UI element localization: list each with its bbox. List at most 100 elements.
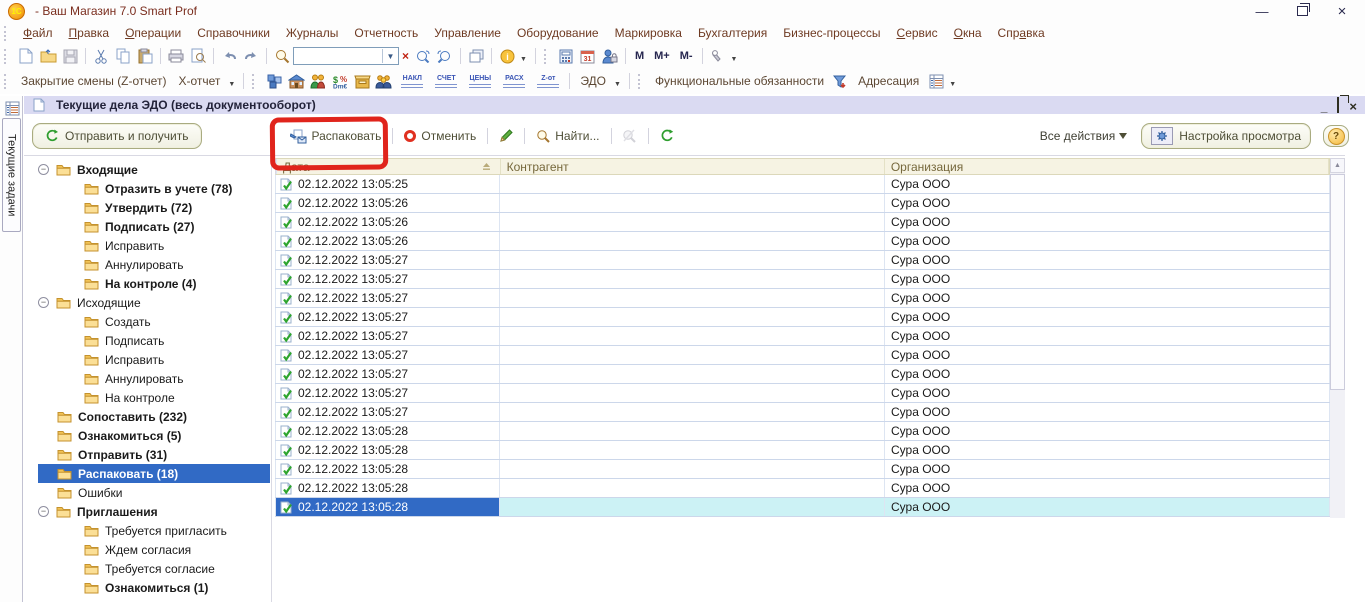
table-row[interactable]: 02.12.2022 13:05:26Сура ООО xyxy=(275,194,1330,213)
expense-icon[interactable]: РАСХ xyxy=(499,75,529,88)
blocks-icon[interactable] xyxy=(263,71,285,91)
tree-expander-icon[interactable]: − xyxy=(38,297,49,308)
cell-counterparty[interactable] xyxy=(500,251,885,269)
memory-button[interactable]: M xyxy=(630,50,649,62)
cell-date[interactable]: 02.12.2022 13:05:28 xyxy=(275,498,500,516)
cell-date[interactable]: 02.12.2022 13:05:27 xyxy=(275,327,500,345)
cell-date[interactable]: 02.12.2022 13:05:27 xyxy=(275,251,500,269)
menu-item[interactable]: Управление xyxy=(426,24,509,42)
current-tasks-icon[interactable] xyxy=(1,98,23,118)
cell-organization[interactable]: Сура ООО xyxy=(885,403,1330,421)
menu-item[interactable]: Отчетность xyxy=(346,24,426,42)
current-tasks-tab[interactable]: Текущие задачи xyxy=(2,118,21,232)
addressing-button[interactable]: Адресация xyxy=(852,74,925,88)
cut-icon[interactable] xyxy=(90,46,112,66)
scroll-up-icon[interactable]: ▲ xyxy=(1330,158,1345,173)
tree-item[interactable]: Аннулировать xyxy=(38,255,270,274)
tree-item[interactable]: Отправить (31) xyxy=(38,445,270,464)
table-row[interactable]: 02.12.2022 13:05:27 Сура ООО xyxy=(275,251,1330,270)
table-row[interactable]: 02.12.2022 13:05:25Сура ООО xyxy=(275,175,1330,194)
store-icon[interactable] xyxy=(285,71,307,91)
clear-search-icon[interactable]: × xyxy=(402,49,409,63)
cell-organization[interactable]: Сура ООО xyxy=(885,251,1330,269)
cell-counterparty[interactable] xyxy=(500,365,885,383)
print-preview-icon[interactable] xyxy=(187,46,209,66)
save-icon[interactable] xyxy=(59,46,81,66)
redo-icon[interactable] xyxy=(240,46,262,66)
tree-expander-icon[interactable]: − xyxy=(38,164,49,175)
open-icon[interactable] xyxy=(37,46,59,66)
tree-expander-icon[interactable]: − xyxy=(38,506,49,517)
cell-date[interactable]: 02.12.2022 13:05:27 xyxy=(275,346,500,364)
cell-organization[interactable]: Сура ООО xyxy=(885,270,1330,288)
memory-minus-button[interactable]: M- xyxy=(675,50,698,62)
child-restore-icon[interactable] xyxy=(1337,98,1339,112)
table-row[interactable]: 02.12.2022 13:05:27 Сура ООО xyxy=(275,327,1330,346)
paste-icon[interactable] xyxy=(134,46,156,66)
cell-organization[interactable]: Сура ООО xyxy=(885,232,1330,250)
user-permissions-icon[interactable] xyxy=(599,46,621,66)
cell-date[interactable]: 02.12.2022 13:05:27 xyxy=(275,365,500,383)
cell-organization[interactable]: Сура ООО xyxy=(885,460,1330,478)
tree-item[interactable]: Исправить xyxy=(38,236,270,255)
calendar-icon[interactable]: 31 xyxy=(577,46,599,66)
cell-counterparty[interactable] xyxy=(500,384,885,402)
tree-item[interactable]: Подписать (27) xyxy=(38,217,270,236)
table-row[interactable]: 02.12.2022 13:05:26 Сура ООО xyxy=(275,232,1330,251)
cell-organization[interactable]: Сура ООО xyxy=(885,213,1330,231)
find-button[interactable]: Найти... xyxy=(532,129,603,143)
table-row[interactable]: 02.12.2022 13:05:27 Сура ООО xyxy=(275,403,1330,422)
cell-counterparty[interactable] xyxy=(500,441,885,459)
cell-date[interactable]: 02.12.2022 13:05:26 xyxy=(275,232,500,250)
tree-item[interactable]: −Приглашения xyxy=(38,502,270,521)
reports-dropdown-icon[interactable]: ▼ xyxy=(228,81,235,88)
cell-counterparty[interactable] xyxy=(500,403,885,421)
tree-item[interactable]: Отразить в учете (78) xyxy=(38,179,270,198)
cell-organization[interactable]: Сура ООО xyxy=(885,327,1330,345)
tree-item[interactable]: −Входящие xyxy=(38,160,270,179)
tree-item[interactable]: Ознакомиться (1) xyxy=(38,578,270,597)
window-list-icon[interactable] xyxy=(465,46,487,66)
tree-item[interactable]: Подписать xyxy=(38,331,270,350)
tree-item[interactable]: На контроле xyxy=(38,388,270,407)
table-row[interactable]: 02.12.2022 13:05:27 Сура ООО xyxy=(275,365,1330,384)
menu-item[interactable]: Окна xyxy=(946,24,990,42)
cell-counterparty[interactable] xyxy=(500,213,885,231)
send-receive-button[interactable]: Отправить и получить xyxy=(32,123,202,149)
table-row[interactable]: 02.12.2022 13:05:28 Сура ООО xyxy=(275,441,1330,460)
cell-date[interactable]: 02.12.2022 13:05:28 xyxy=(275,479,500,497)
scrollbar-thumb[interactable] xyxy=(1330,174,1345,390)
cell-organization[interactable]: Сура ООО xyxy=(885,441,1330,459)
staff-group-icon[interactable] xyxy=(373,71,395,91)
table-row[interactable]: 02.12.2022 13:05:28Сура ООО xyxy=(275,479,1330,498)
cell-date[interactable]: 02.12.2022 13:05:28 xyxy=(275,441,500,459)
help-button[interactable]: ? xyxy=(1323,125,1349,147)
tree-table-divider[interactable] xyxy=(271,155,272,602)
close-icon[interactable]: × xyxy=(1335,5,1349,17)
cell-counterparty[interactable] xyxy=(500,194,885,212)
table-row[interactable]: 02.12.2022 13:05:28Сура ООО xyxy=(275,498,1330,517)
table-row[interactable]: 02.12.2022 13:05:27Сура ООО xyxy=(275,308,1330,327)
tree-item[interactable]: Требуется согласие xyxy=(38,559,270,578)
cell-counterparty[interactable] xyxy=(500,175,885,193)
cell-counterparty[interactable] xyxy=(500,346,885,364)
search-icon[interactable] xyxy=(271,46,293,66)
cell-date[interactable]: 02.12.2022 13:05:25 xyxy=(275,175,500,193)
addressing-dropdown-icon[interactable]: ▼ xyxy=(949,81,956,88)
cell-counterparty[interactable] xyxy=(500,270,885,288)
find-previous-icon[interactable] xyxy=(434,46,456,66)
column-header-organization[interactable]: Организация xyxy=(885,159,1329,174)
table-row[interactable]: 02.12.2022 13:05:27Сура ООО xyxy=(275,270,1330,289)
cell-counterparty[interactable] xyxy=(500,422,885,440)
cell-date[interactable]: 02.12.2022 13:05:27 xyxy=(275,308,500,326)
menu-item[interactable]: Оборудование xyxy=(509,24,607,42)
cell-organization[interactable]: Сура ООО xyxy=(885,365,1330,383)
menu-item[interactable]: Бухгалтерия xyxy=(690,24,775,42)
cell-date[interactable]: 02.12.2022 13:05:27 xyxy=(275,403,500,421)
cell-counterparty[interactable] xyxy=(500,498,885,516)
close-shift-button[interactable]: Закрытие смены (Z-отчет) xyxy=(15,74,172,88)
menu-item[interactable]: Правка xyxy=(61,24,118,42)
table-row[interactable]: 02.12.2022 13:05:28Сура ООО xyxy=(275,460,1330,479)
edo-button[interactable]: ЭДО xyxy=(574,74,612,88)
cell-counterparty[interactable] xyxy=(500,479,885,497)
